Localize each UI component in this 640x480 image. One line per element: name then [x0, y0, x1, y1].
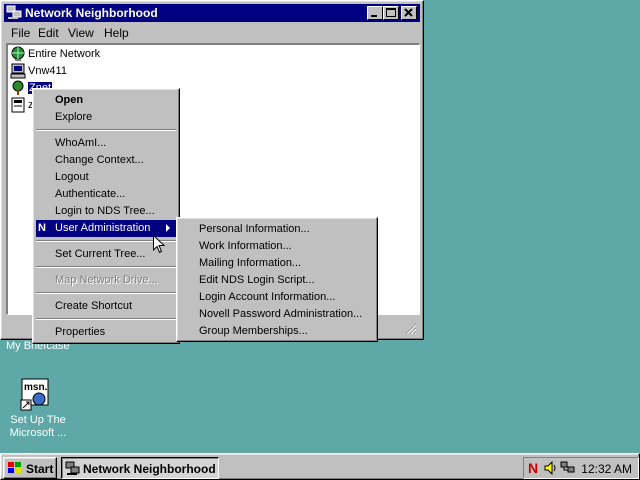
menu-item-logout[interactable]: Logout — [36, 169, 176, 186]
submenu-arrow-icon — [166, 224, 170, 232]
menu-view[interactable]: View — [68, 26, 94, 40]
maximize-icon — [386, 8, 396, 17]
menu-item-login-nds-tree[interactable]: Login to NDS Tree... — [36, 203, 176, 220]
menu-item-open[interactable]: Open — [36, 92, 176, 109]
menu-item-create-shortcut[interactable]: Create Shortcut — [36, 298, 176, 315]
msn-setup-label-line2: Microsoft ... — [9, 427, 67, 439]
menu-separator — [36, 292, 176, 294]
menu-bar: File Edit View Help — [4, 23, 420, 42]
menu-item-properties[interactable]: Properties — [36, 324, 176, 341]
msn-setup-label-line1: Set Up The — [10, 414, 66, 426]
submenu-item-group-memberships[interactable]: Group Memberships... — [180, 323, 374, 340]
close-icon — [404, 8, 413, 17]
menu-item-explore[interactable]: Explore — [36, 109, 176, 126]
start-button[interactable]: Start — [3, 457, 57, 479]
submenu-item-work-information[interactable]: Work Information... — [180, 238, 374, 255]
novell-n-icon: N — [38, 222, 46, 234]
user-administration-submenu: Personal Information... Work Information… — [176, 217, 378, 342]
list-item-label: Vnw411 — [28, 65, 67, 77]
title-bar[interactable]: Network Neighborhood — [4, 4, 420, 22]
close-button[interactable] — [401, 6, 417, 20]
network-neighborhood-icon — [65, 461, 81, 480]
server-icon — [10, 97, 26, 113]
svg-text:msn.: msn. — [24, 382, 48, 393]
menu-separator — [36, 129, 176, 131]
windows-logo-icon — [7, 461, 23, 478]
list-item-label: Entire Network — [28, 48, 101, 60]
menu-help[interactable]: Help — [104, 26, 129, 40]
resize-grip-icon[interactable] — [405, 323, 417, 335]
nds-tree-icon — [10, 80, 26, 96]
start-label: Start — [26, 462, 54, 476]
menu-separator — [36, 266, 176, 268]
mouse-cursor-icon — [153, 234, 166, 254]
menu-item-map-network-drive: Map Network Drive... — [55, 274, 158, 286]
submenu-item-personal-information[interactable]: Personal Information... — [180, 221, 374, 238]
minimize-icon — [371, 15, 377, 17]
submenu-item-edit-nds-login-script[interactable]: Edit NDS Login Script... — [180, 272, 374, 289]
system-tray: N 12:32 AM — [523, 457, 639, 479]
context-menu: Open Explore WhoAmI... Change Context...… — [32, 88, 180, 344]
submenu-item-novell-password-administration[interactable]: Novell Password Administration... — [180, 306, 374, 323]
msn-setup-icon[interactable]: msn. — [20, 377, 54, 411]
network-status-icon[interactable] — [560, 461, 576, 478]
submenu-item-login-account-information[interactable]: Login Account Information... — [180, 289, 374, 306]
taskbar: Start Network Neighborhood N 12:32 AM — [0, 453, 640, 480]
menu-item-change-context[interactable]: Change Context... — [36, 152, 176, 169]
taskbar-button-label: Network Neighborhood — [83, 462, 216, 476]
computer-icon — [10, 63, 26, 79]
minimize-button[interactable] — [367, 6, 383, 20]
clock[interactable]: 12:32 AM — [581, 462, 632, 476]
novell-n-icon[interactable]: N — [528, 460, 538, 476]
submenu-item-mailing-information[interactable]: Mailing Information... — [180, 255, 374, 272]
taskbar-button-network-neighborhood[interactable]: Network Neighborhood — [61, 457, 219, 479]
menu-file[interactable]: File — [11, 26, 30, 40]
volume-icon[interactable] — [544, 460, 558, 478]
menu-separator — [36, 318, 176, 320]
menu-item-whoami[interactable]: WhoAmI... — [36, 135, 176, 152]
network-globe-icon — [10, 46, 26, 62]
menu-item-authenticate[interactable]: Authenticate... — [36, 186, 176, 203]
window-title: Network Neighborhood — [25, 6, 158, 20]
maximize-button[interactable] — [383, 6, 399, 20]
menu-edit[interactable]: Edit — [38, 26, 59, 40]
network-neighborhood-icon — [6, 5, 22, 24]
